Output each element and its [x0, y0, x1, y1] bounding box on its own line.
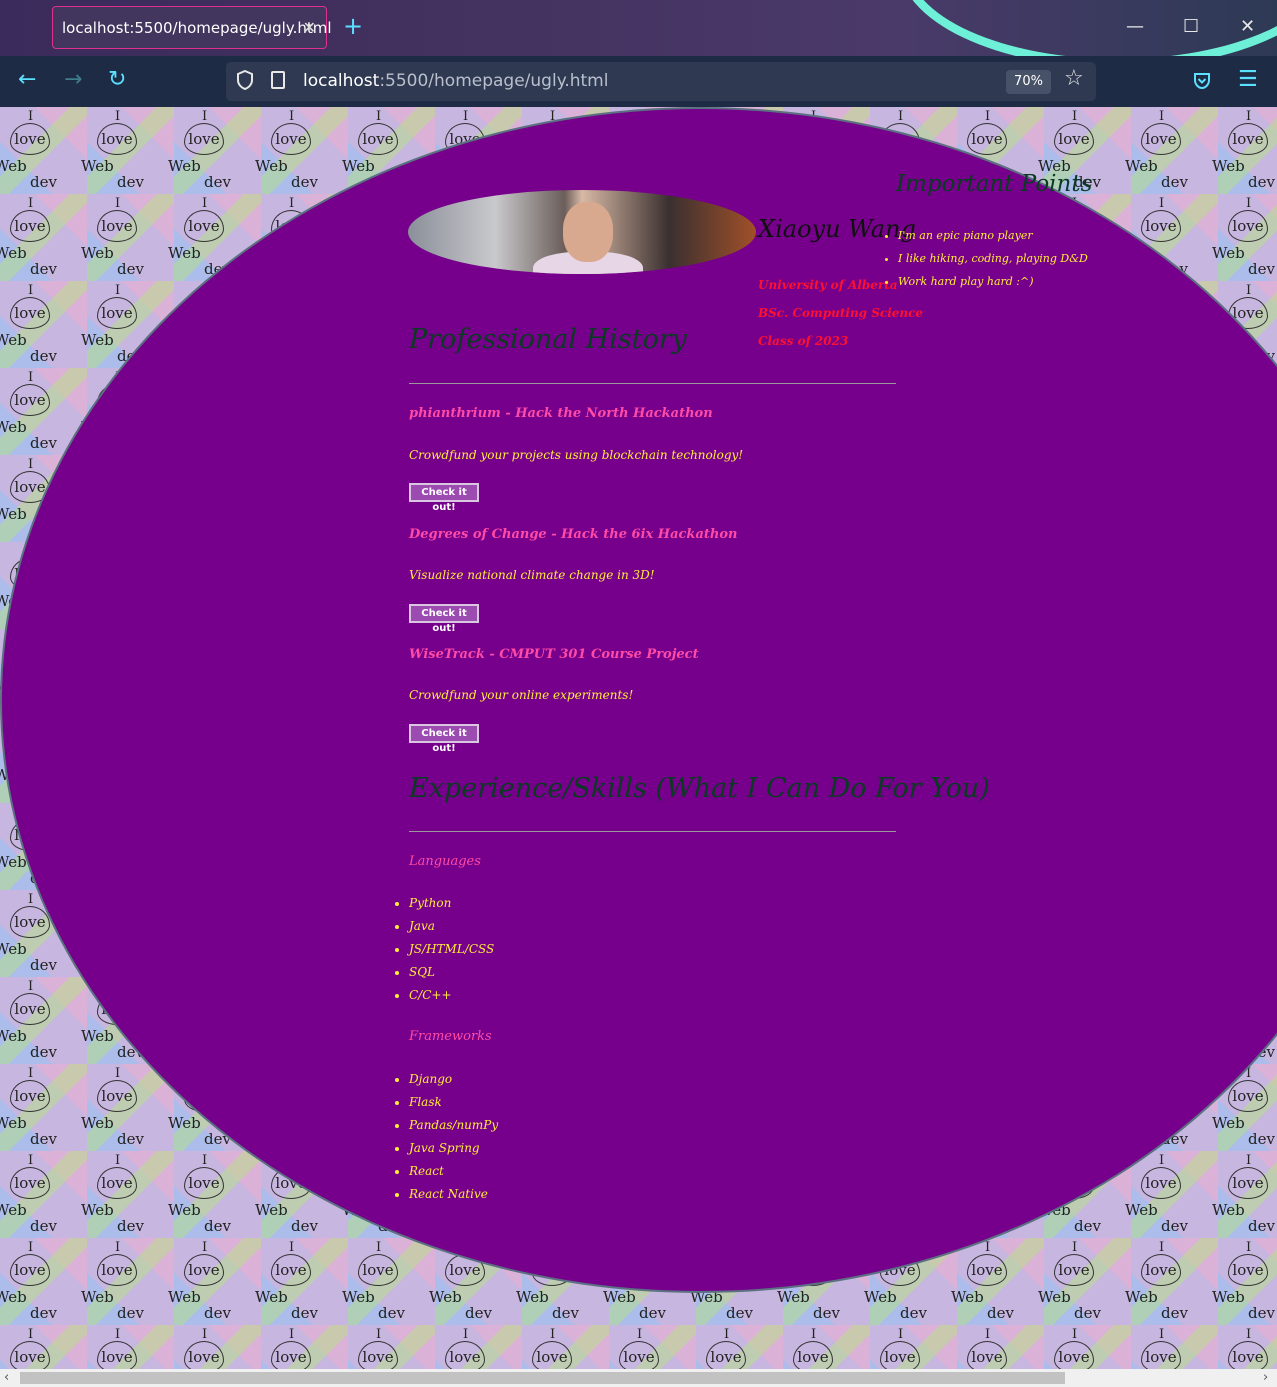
experience-skills-heading: Experience/Skills (What I Can Do For You…	[409, 773, 990, 804]
theme-swoosh	[899, 0, 1277, 56]
project-title: WiseTrack - CMPUT 301 Course Project	[409, 647, 699, 662]
url-host: localhost	[303, 71, 380, 91]
scroll-left-icon[interactable]: ‹	[4, 1370, 9, 1385]
important-points-heading: Important Points	[896, 171, 1093, 197]
check-it-out-button[interactable]: Check it out!	[409, 483, 479, 513]
divider	[409, 383, 896, 384]
list-item: Java	[409, 918, 494, 941]
list-item: React Native	[409, 1186, 498, 1209]
minimize-icon[interactable]: —	[1126, 16, 1144, 37]
list-item: I like hiking, coding, playing D&D	[898, 252, 1088, 266]
page-icon[interactable]	[271, 71, 285, 89]
zoom-badge[interactable]: 70%	[1006, 70, 1051, 94]
close-window-icon[interactable]: ✕	[1240, 16, 1255, 37]
profile-university: University of Alberta	[758, 278, 898, 292]
scroll-right-icon[interactable]: ›	[1263, 1370, 1268, 1385]
list-item: C/C++	[409, 987, 494, 1010]
reload-icon[interactable]: ↻	[108, 68, 126, 92]
list-item: React	[409, 1163, 498, 1186]
tab-title: localhost:5500/homepage/ugly.html	[62, 18, 332, 37]
list-item: SQL	[409, 964, 494, 987]
maximize-icon[interactable]: ☐	[1183, 16, 1199, 37]
check-it-out-button[interactable]: Check it out!	[409, 604, 479, 634]
horizontal-scrollbar[interactable]: ‹ ›	[0, 1369, 1277, 1387]
frameworks-heading: Frameworks	[409, 1029, 492, 1044]
project-title: phianthrium - Hack the North Hackathon	[409, 406, 713, 421]
forward-icon[interactable]: →	[64, 68, 82, 92]
list-item: Python	[409, 895, 494, 918]
new-tab-button[interactable]: +	[343, 14, 363, 38]
frameworks-list: Django Flask Pandas/numPy Java Spring Re…	[395, 1071, 498, 1209]
list-item: Flask	[409, 1094, 498, 1117]
url-bar[interactable]: localhost:5500/homepage/ugly.html 70% ☆	[226, 62, 1096, 101]
check-it-out-button[interactable]: Check it out!	[409, 724, 479, 754]
project-description: Crowdfund your projects using blockchain…	[409, 448, 744, 462]
important-points-list: I'm an epic piano player I like hiking, …	[884, 229, 1088, 298]
languages-heading: Languages	[409, 854, 481, 869]
pocket-icon[interactable]	[1192, 71, 1212, 91]
shield-icon[interactable]	[236, 70, 254, 90]
profile-photo	[408, 190, 756, 274]
page-viewport: Ilove Web dev Ilove Web dev Ilove Web dev Ilove We…	[0, 107, 1277, 1369]
list-item: Work hard play hard :^)	[898, 275, 1088, 289]
page-content: Xiaoyu Wang University of Alberta BSc. C…	[0, 107, 1277, 1369]
divider	[409, 831, 896, 832]
bookmark-star-icon[interactable]: ☆	[1064, 66, 1084, 91]
list-item: Pandas/numPy	[409, 1117, 498, 1140]
tab-active[interactable]: localhost:5500/homepage/ugly.html ✕	[52, 6, 332, 49]
profile-class: Class of 2023	[758, 334, 849, 348]
menu-icon[interactable]: ☰	[1238, 68, 1258, 92]
list-item: I'm an epic piano player	[898, 229, 1088, 243]
scroll-thumb[interactable]	[20, 1372, 1065, 1384]
list-item: Java Spring	[409, 1140, 498, 1163]
tab-bar: localhost:5500/homepage/ugly.html ✕ + — …	[0, 0, 1277, 56]
project-description: Visualize national climate change in 3D!	[409, 568, 655, 582]
photo-face	[563, 202, 613, 262]
project-title: Degrees of Change - Hack the 6ix Hackath…	[409, 527, 738, 542]
url-text[interactable]: localhost:5500/homepage/ugly.html	[303, 71, 608, 91]
project-description: Crowdfund your online experiments!	[409, 688, 634, 702]
professional-history-heading: Professional History	[409, 324, 687, 355]
nav-bar: ← → ↻ localhost:5500/homepage/ugly.html …	[0, 56, 1277, 107]
url-path: :5500/homepage/ugly.html	[379, 71, 609, 91]
list-item: Django	[409, 1071, 498, 1094]
list-item: JS/HTML/CSS	[409, 941, 494, 964]
tab-close-icon[interactable]: ✕	[303, 18, 316, 37]
languages-list: Python Java JS/HTML/CSS SQL C/C++	[395, 895, 494, 1010]
profile-degree: BSc. Computing Science	[758, 306, 924, 320]
back-icon[interactable]: ←	[18, 68, 36, 92]
